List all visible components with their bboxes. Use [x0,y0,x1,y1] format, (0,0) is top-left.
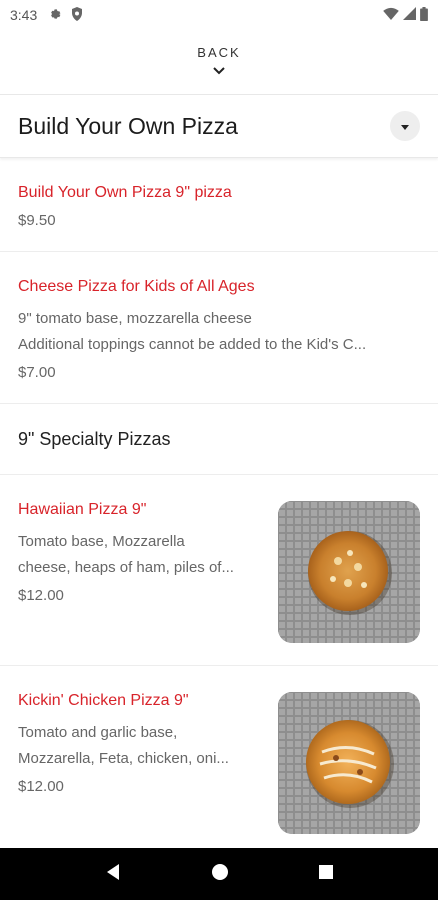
menu-item[interactable]: Build Your Own Pizza 9" pizza $9.50 [0,158,438,252]
menu-item-description: Tomato base, Mozzarella [18,533,185,550]
wifi-icon [383,7,399,23]
menu-item-text: Hawaiian Pizza 9" Tomato base, Mozzarell… [18,501,264,604]
status-right [383,6,428,24]
menu-item-text: Cheese Pizza for Kids of All Ages 9" tom… [18,278,420,381]
back-triangle-icon[interactable] [104,863,122,886]
category-dropdown-button[interactable] [390,111,420,141]
status-left: 3:43 [10,6,83,24]
menu-item-description: 9" tomato base, mozzarella cheese [18,310,252,327]
status-bar: 3:43 [0,0,438,30]
back-label: BACK [197,44,241,60]
back-button[interactable]: BACK [0,30,438,95]
menu-item[interactable]: Kickin' Chicken Pizza 9" Tomato and garl… [0,666,438,857]
caret-down-icon [401,117,409,135]
home-circle-icon[interactable] [211,863,229,886]
category-header: Build Your Own Pizza [0,95,438,158]
chevron-down-icon [213,62,225,80]
menu-item[interactable]: Hawaiian Pizza 9" Tomato base, Mozzarell… [0,475,438,666]
menu-item-price: $7.00 [18,364,56,381]
recents-square-icon[interactable] [318,864,334,885]
battery-icon [420,6,428,24]
menu-item[interactable]: Cheese Pizza for Kids of All Ages 9" tom… [0,252,438,404]
gear-icon [47,7,61,24]
menu-item-description: Additional toppings cannot be added to t… [18,336,367,353]
menu-item-name: Cheese Pizza for Kids of All Ages [18,278,255,295]
menu-item-name: Hawaiian Pizza 9" [18,501,147,518]
menu-item-name: Kickin' Chicken Pizza 9" [18,692,189,709]
menu-item-text: Build Your Own Pizza 9" pizza $9.50 [18,184,420,229]
shield-icon [71,6,83,24]
menu-item-description: cheese, heaps of ham, piles of... [18,559,234,576]
menu-item-price: $9.50 [18,212,56,229]
menu-item-description: Tomato and garlic base, [18,724,178,741]
pizza-photo [278,501,420,643]
menu-item-description: Mozzarella, Feta, chicken, oni... [18,750,229,767]
menu-item-price: $12.00 [18,778,64,795]
menu-item-text: Kickin' Chicken Pizza 9" Tomato and garl… [18,692,264,795]
category-title: Build Your Own Pizza [18,112,238,139]
menu-item-price: $12.00 [18,587,64,604]
menu-item-name: Build Your Own Pizza 9" pizza [18,184,232,201]
section-title: 9" Specialty Pizzas [0,404,438,475]
system-nav-bar [0,848,438,900]
signal-icon [403,7,416,23]
pizza-photo [278,692,420,834]
status-time: 3:43 [10,7,38,23]
